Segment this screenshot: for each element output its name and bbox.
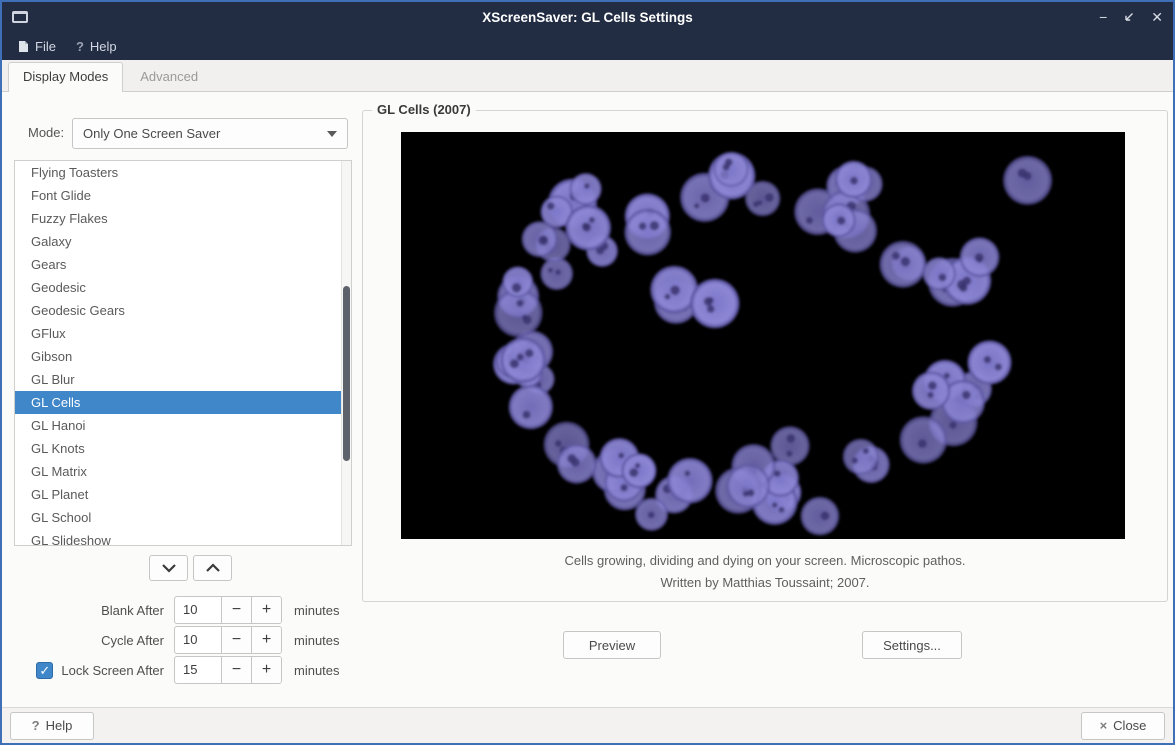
saver-list-item[interactable]: GL Hanoi — [15, 414, 341, 437]
plus-button[interactable]: + — [251, 657, 281, 683]
saver-info-frame: GL Cells (2007) — [362, 110, 1168, 602]
menu-help-label: Help — [90, 39, 117, 54]
plus-button[interactable]: + — [251, 597, 281, 623]
lock-screen-checkbox[interactable]: ✓ — [36, 662, 53, 679]
titlebar: XScreenSaver: GL Cells Settings − ✕ — [2, 2, 1173, 32]
preview-button[interactable]: Preview — [563, 631, 661, 659]
chevron-up-icon — [204, 562, 222, 574]
chevron-down-icon — [160, 562, 178, 574]
saver-list-item[interactable]: GL Knots — [15, 437, 341, 460]
menu-file-label: File — [35, 39, 56, 54]
spin-value-field[interactable]: 15 — [175, 657, 221, 683]
saver-list-item[interactable]: Gibson — [15, 345, 341, 368]
saver-list-item[interactable]: Galaxy — [15, 230, 341, 253]
timer-label: Blank After — [101, 603, 164, 618]
saver-list-item[interactable]: GFlux — [15, 322, 341, 345]
restore-icon — [1123, 11, 1135, 23]
tab-advanced[interactable]: Advanced — [125, 62, 213, 91]
spinbutton: 10−+ — [174, 596, 282, 624]
unit-label: minutes — [294, 663, 340, 678]
chevron-down-icon — [327, 131, 337, 137]
window-title: XScreenSaver: GL Cells Settings — [2, 10, 1173, 25]
frame-title: GL Cells (2007) — [372, 102, 476, 117]
minus-button[interactable]: − — [221, 657, 251, 683]
window-icon — [12, 11, 28, 23]
settings-button[interactable]: Settings... — [862, 631, 962, 659]
unit-label: minutes — [294, 633, 340, 648]
saver-list-item[interactable]: Font Glide — [15, 184, 341, 207]
menu-file[interactable]: File — [10, 36, 64, 57]
saver-list-item[interactable]: Geodesic Gears — [15, 299, 341, 322]
help-button-label: Help — [46, 718, 73, 733]
menu-help[interactable]: ? Help — [68, 36, 125, 57]
tabbar: Display Modes Advanced — [2, 60, 1173, 92]
move-down-button[interactable] — [149, 555, 188, 581]
close-button[interactable]: × Close — [1081, 712, 1165, 740]
tab-display-modes[interactable]: Display Modes — [8, 62, 123, 92]
spinbutton: 10−+ — [174, 626, 282, 654]
preview-area — [401, 132, 1125, 539]
saver-list-item[interactable]: GL School — [15, 506, 341, 529]
minimize-button[interactable]: − — [1099, 10, 1107, 24]
timer-row: ✓ Lock Screen After 15−+ minutes — [2, 656, 362, 684]
footer: ? Help × Close — [2, 707, 1173, 743]
timer-rows: Blank After10−+minutesCycle After10−+min… — [2, 596, 362, 686]
saver-list-item[interactable]: Geodesic — [15, 276, 341, 299]
saver-list-rows: Flying ToastersFont GlideFuzzy FlakesGal… — [15, 161, 341, 546]
xscreensaver-window: XScreenSaver: GL Cells Settings − ✕ File… — [0, 0, 1175, 745]
help-button[interactable]: ? Help — [10, 712, 94, 740]
saver-list-scrollbar[interactable] — [341, 161, 351, 545]
timer-row: Blank After 10−+ minutes — [2, 596, 362, 624]
saver-list-item[interactable]: GL Planet — [15, 483, 341, 506]
saver-list-item[interactable]: Flying Toasters — [15, 161, 341, 184]
plus-button[interactable]: + — [251, 627, 281, 653]
saver-list-item[interactable]: GL Cells — [15, 391, 341, 414]
main-content: Mode: Only One Screen Saver Flying Toast… — [2, 92, 1173, 707]
file-icon — [18, 40, 29, 53]
mode-label: Mode: — [28, 125, 64, 140]
saver-list-item[interactable]: Gears — [15, 253, 341, 276]
saver-description: Cells growing, dividing and dying on you… — [363, 553, 1167, 568]
mode-combobox-value: Only One Screen Saver — [83, 126, 220, 141]
close-window-button[interactable]: ✕ — [1151, 10, 1163, 24]
minus-button[interactable]: − — [221, 597, 251, 623]
spin-value-field[interactable]: 10 — [175, 597, 221, 623]
timer-label: Lock Screen After — [61, 663, 164, 678]
spin-value-field[interactable]: 10 — [175, 627, 221, 653]
move-up-button[interactable] — [193, 555, 232, 581]
mode-combobox[interactable]: Only One Screen Saver — [72, 118, 348, 149]
unit-label: minutes — [294, 603, 340, 618]
menubar: File ? Help — [2, 32, 1173, 60]
spinbutton: 15−+ — [174, 656, 282, 684]
saver-author: Written by Matthias Toussaint; 2007. — [363, 575, 1167, 590]
saver-list-item[interactable]: GL Slideshow — [15, 529, 341, 546]
scrollbar-thumb[interactable] — [343, 286, 350, 461]
timer-row: Cycle After 10−+ minutes — [2, 626, 362, 654]
close-icon: × — [1100, 718, 1108, 733]
close-button-label: Close — [1113, 718, 1146, 733]
restore-button[interactable] — [1123, 11, 1135, 23]
saver-list: Flying ToastersFont GlideFuzzy FlakesGal… — [14, 160, 352, 546]
minus-button[interactable]: − — [221, 627, 251, 653]
saver-list-item[interactable]: GL Blur — [15, 368, 341, 391]
help-icon: ? — [32, 718, 40, 733]
timer-label: Cycle After — [101, 633, 164, 648]
help-icon: ? — [76, 39, 84, 54]
saver-list-item[interactable]: GL Matrix — [15, 460, 341, 483]
saver-list-item[interactable]: Fuzzy Flakes — [15, 207, 341, 230]
gl-cells-preview-image — [401, 132, 1125, 539]
